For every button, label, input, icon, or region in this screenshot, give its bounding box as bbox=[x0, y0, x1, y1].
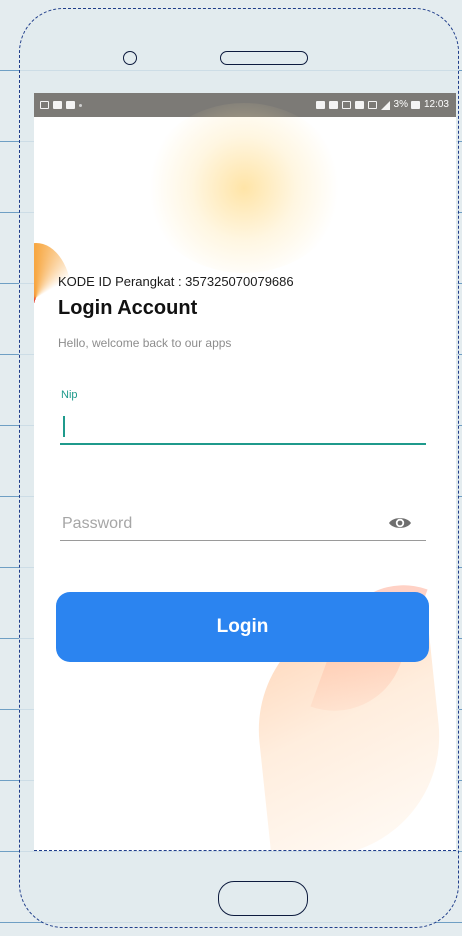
cast-icon bbox=[40, 101, 49, 109]
nip-input[interactable] bbox=[60, 411, 426, 445]
message-icon bbox=[66, 101, 75, 109]
wifi-icon bbox=[341, 101, 351, 109]
password-visibility-toggle[interactable] bbox=[387, 512, 413, 534]
data-icon bbox=[354, 101, 364, 109]
device-id-text: KODE ID Perangkat : 357325070079686 bbox=[58, 274, 294, 289]
text-cursor bbox=[63, 416, 65, 437]
status-system: 3% 12:03 bbox=[315, 93, 452, 117]
page-title: Login Account bbox=[58, 297, 198, 319]
alarm-icon bbox=[328, 101, 338, 109]
print-icon bbox=[53, 101, 62, 109]
background-glow bbox=[144, 103, 344, 273]
more-dot-icon bbox=[79, 103, 82, 107]
earpiece-speaker bbox=[220, 51, 308, 65]
clock: 12:03 bbox=[423, 99, 449, 110]
welcome-subtitle: Hello, welcome back to our apps bbox=[58, 336, 232, 350]
battery-percent: 3% bbox=[393, 99, 408, 110]
nip-label: Nip bbox=[61, 389, 78, 401]
battery-icon bbox=[410, 101, 420, 109]
front-camera bbox=[123, 51, 137, 65]
home-button[interactable] bbox=[218, 881, 308, 916]
login-button[interactable]: Login bbox=[56, 592, 429, 662]
signal-icon bbox=[380, 100, 390, 110]
location-icon bbox=[315, 101, 325, 109]
app-screen: 3% 12:03 KODE ID Perangkat : 35732507007… bbox=[34, 93, 456, 851]
password-input[interactable] bbox=[60, 507, 426, 541]
sim-icon bbox=[367, 101, 377, 109]
eye-icon bbox=[389, 518, 411, 528]
status-notifications bbox=[40, 93, 86, 117]
